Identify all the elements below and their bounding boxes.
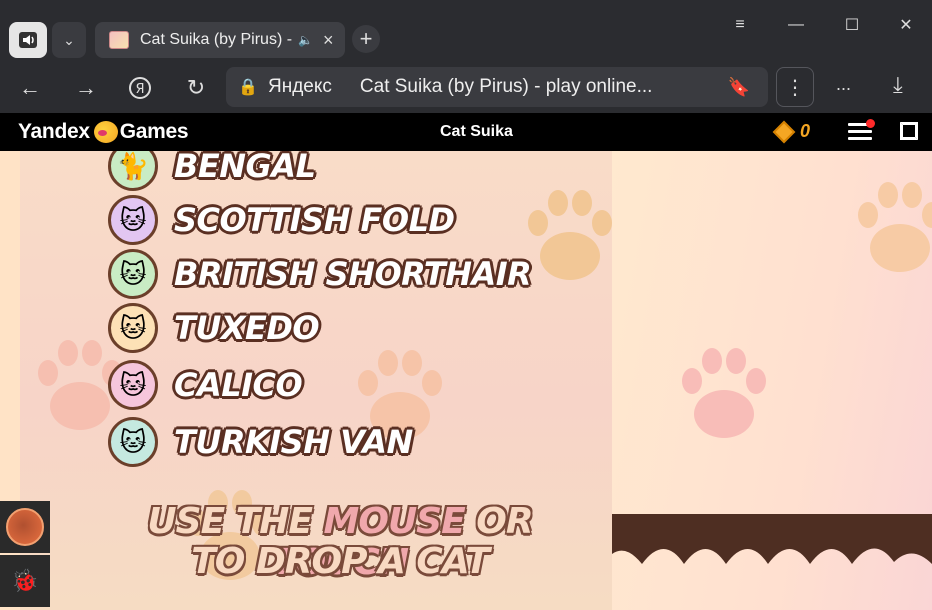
plus-icon[interactable]: + [352, 25, 380, 53]
paw-print-icon [858, 182, 932, 272]
lock-icon[interactable]: 🔒 [238, 77, 258, 97]
download-icon[interactable]: ⤓ [893, 72, 903, 98]
games-ball-icon [93, 121, 118, 143]
scottish-fold-cat-icon: 🐱 [108, 195, 158, 245]
player-avatar-button[interactable] [0, 501, 50, 553]
cat-list-item: 🐱 TUXEDO [108, 303, 320, 353]
yandex-icon[interactable]: Я [122, 72, 158, 104]
yandex-games-bar: Yandex Games Cat Suika 0 [0, 113, 932, 151]
fullscreen-icon-part [900, 122, 918, 140]
logo-games-text: Games [119, 120, 189, 143]
more-tools-button[interactable]: ... [836, 74, 851, 95]
back-icon[interactable]: ← [12, 72, 48, 104]
bengal-cat-icon: 🐈 [108, 151, 158, 191]
instruction-line-2: TO DROP A CAT [191, 541, 490, 582]
instruction-use-the: USE THE [147, 501, 313, 542]
svg-text:Я: Я [135, 82, 144, 97]
tuxedo-cat-icon: 🐱 [108, 303, 158, 353]
logo-yandex-text: Yandex [18, 120, 90, 143]
avatar [6, 508, 44, 546]
reload-icon[interactable]: ↻ [178, 72, 214, 104]
game-canvas[interactable]: 🐈 BENGAL 🐱 SCOTTISH FOLD 🐱 BRITISH SHORT… [0, 151, 932, 610]
game-title: Cat Suika [440, 123, 513, 140]
address-host: Яндекс [268, 76, 332, 97]
bookmark-icon[interactable]: 🔖 [728, 77, 750, 98]
address-page-title: Cat Suika (by Pirus) - play online... [359, 76, 653, 97]
close-window-icon[interactable]: ✕ [886, 10, 926, 40]
cat-list-item: 🐱 CALICO [108, 360, 303, 410]
paw-print-icon [528, 190, 612, 280]
audio-icon[interactable]: 🔈 [298, 33, 313, 47]
bug-report-button[interactable]: 🐞 [0, 555, 50, 607]
cat-list-item: 🐈 BENGAL [108, 151, 316, 191]
instruction-or: OR [476, 501, 533, 542]
cat-list-item: 🐱 TURKISH VAN [108, 417, 413, 467]
tab-favicon-icon [109, 31, 129, 49]
tab-title: Cat Suika (by Pirus) - [140, 31, 293, 48]
cat-name: CALICO [174, 366, 303, 404]
minimize-icon[interactable]: — [776, 10, 816, 40]
forward-icon[interactable]: → [68, 72, 104, 104]
coin-count: 0 [800, 121, 811, 141]
container-wall [612, 514, 932, 564]
close-icon[interactable]: × [323, 30, 334, 51]
british-shorthair-cat-icon: 🐱 [108, 249, 158, 299]
cat-name: BENGAL [174, 151, 316, 185]
instruction-mouse: MOUSE [323, 501, 466, 542]
turkish-van-cat-icon: 🐱 [108, 417, 158, 467]
browser-titlebar: ⌄ Cat Suika (by Pirus) - 🔈 × + ≡ — ☐ ✕ [0, 0, 932, 62]
browser-tab[interactable]: Cat Suika (by Pirus) - 🔈 × [95, 22, 345, 58]
cat-list-item: 🐱 SCOTTISH FOLD [108, 195, 455, 245]
menu-icon[interactable]: ≡ [720, 10, 760, 40]
calico-cat-icon: 🐱 [108, 360, 158, 410]
volume-icon[interactable] [9, 22, 47, 58]
browser-navbar: ← → Я ↻ 🔒 Яндекс Cat Suika (by Pirus) - … [0, 62, 932, 113]
yandex-games-logo[interactable]: Yandex Games [18, 120, 189, 144]
bug-icon: 🐞 [11, 568, 39, 593]
coin-icon [772, 120, 796, 143]
hamburger-menu-icon[interactable] [848, 119, 875, 143]
notification-dot-icon [866, 119, 875, 128]
cat-list-item: 🐱 BRITISH SHORTHAIR [108, 249, 532, 299]
address-bar[interactable]: 🔒 Яндекс Cat Suika (by Pirus) - play onl… [226, 67, 768, 107]
kebab-icon[interactable]: ⋮ [776, 67, 814, 107]
cat-name: TUXEDO [174, 309, 320, 347]
cat-name: BRITISH SHORTHAIR [174, 255, 532, 293]
coin-balance[interactable]: 0 [772, 120, 811, 143]
paw-print-icon [682, 348, 766, 438]
cat-name: TURKISH VAN [174, 423, 413, 461]
maximize-icon[interactable]: ☐ [832, 10, 872, 40]
chevron-down-icon[interactable]: ⌄ [52, 22, 86, 58]
cat-name: SCOTTISH FOLD [174, 201, 455, 239]
